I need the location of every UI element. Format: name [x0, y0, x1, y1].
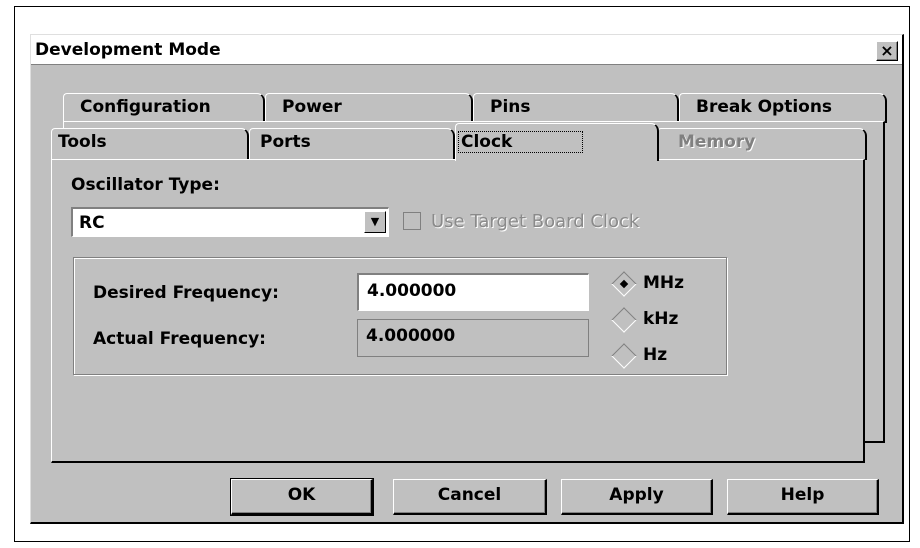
tab-memory: Memory: [657, 128, 867, 160]
dropdown-button[interactable]: ▼: [364, 211, 386, 233]
oscillator-type-value: RC: [79, 213, 105, 233]
tab-pins-label: Pins: [490, 97, 531, 117]
tab-pins[interactable]: Pins: [473, 93, 679, 123]
oscillator-type-label: Oscillator Type:: [71, 175, 220, 195]
oscillator-type-dropdown[interactable]: RC ▼: [71, 207, 389, 237]
tab-power[interactable]: Power: [265, 93, 473, 123]
actual-frequency-label: Actual Frequency:: [93, 329, 266, 349]
cancel-button[interactable]: Cancel: [393, 479, 547, 515]
use-target-board-clock-checkbox[interactable]: [403, 212, 421, 230]
tab-memory-label: Memory: [678, 132, 756, 152]
radio-mhz-label: MHz: [643, 273, 685, 293]
tab-configuration[interactable]: Configuration: [63, 93, 265, 123]
close-button[interactable]: ×: [876, 41, 898, 61]
radio-selected-dot: [619, 279, 629, 289]
radio-khz-label: kHz: [643, 309, 679, 329]
tab-ports[interactable]: Ports: [249, 128, 455, 160]
development-mode-dialog: Development Mode × Configuration Power P…: [30, 34, 904, 524]
desired-frequency-input[interactable]: 4.000000: [357, 273, 589, 311]
tab-break-options-label: Break Options: [696, 97, 833, 117]
tab-break-options[interactable]: Break Options: [679, 93, 887, 123]
tab-ports-label: Ports: [260, 132, 311, 152]
radio-hz-label: Hz: [643, 345, 668, 365]
tab-power-label: Power: [282, 97, 342, 117]
ok-button[interactable]: OK: [230, 478, 374, 516]
tab-clock-label: Clock: [458, 131, 584, 153]
apply-button[interactable]: Apply: [561, 479, 713, 515]
use-target-board-clock-label: Use Target Board Clock: [431, 211, 640, 232]
title-bar: Development Mode ×: [31, 35, 902, 65]
chevron-down-icon: ▼: [370, 215, 380, 228]
close-icon: ×: [880, 41, 894, 60]
desired-frequency-label: Desired Frequency:: [93, 283, 279, 303]
window-title: Development Mode: [35, 40, 221, 60]
tab-clock[interactable]: Clock: [455, 123, 659, 161]
help-button[interactable]: Help: [727, 479, 879, 515]
actual-frequency-field: 4.000000: [357, 319, 589, 357]
tab-tools-label: Tools: [58, 132, 107, 152]
tab-tools[interactable]: Tools: [51, 128, 249, 160]
tab-configuration-label: Configuration: [80, 97, 211, 117]
